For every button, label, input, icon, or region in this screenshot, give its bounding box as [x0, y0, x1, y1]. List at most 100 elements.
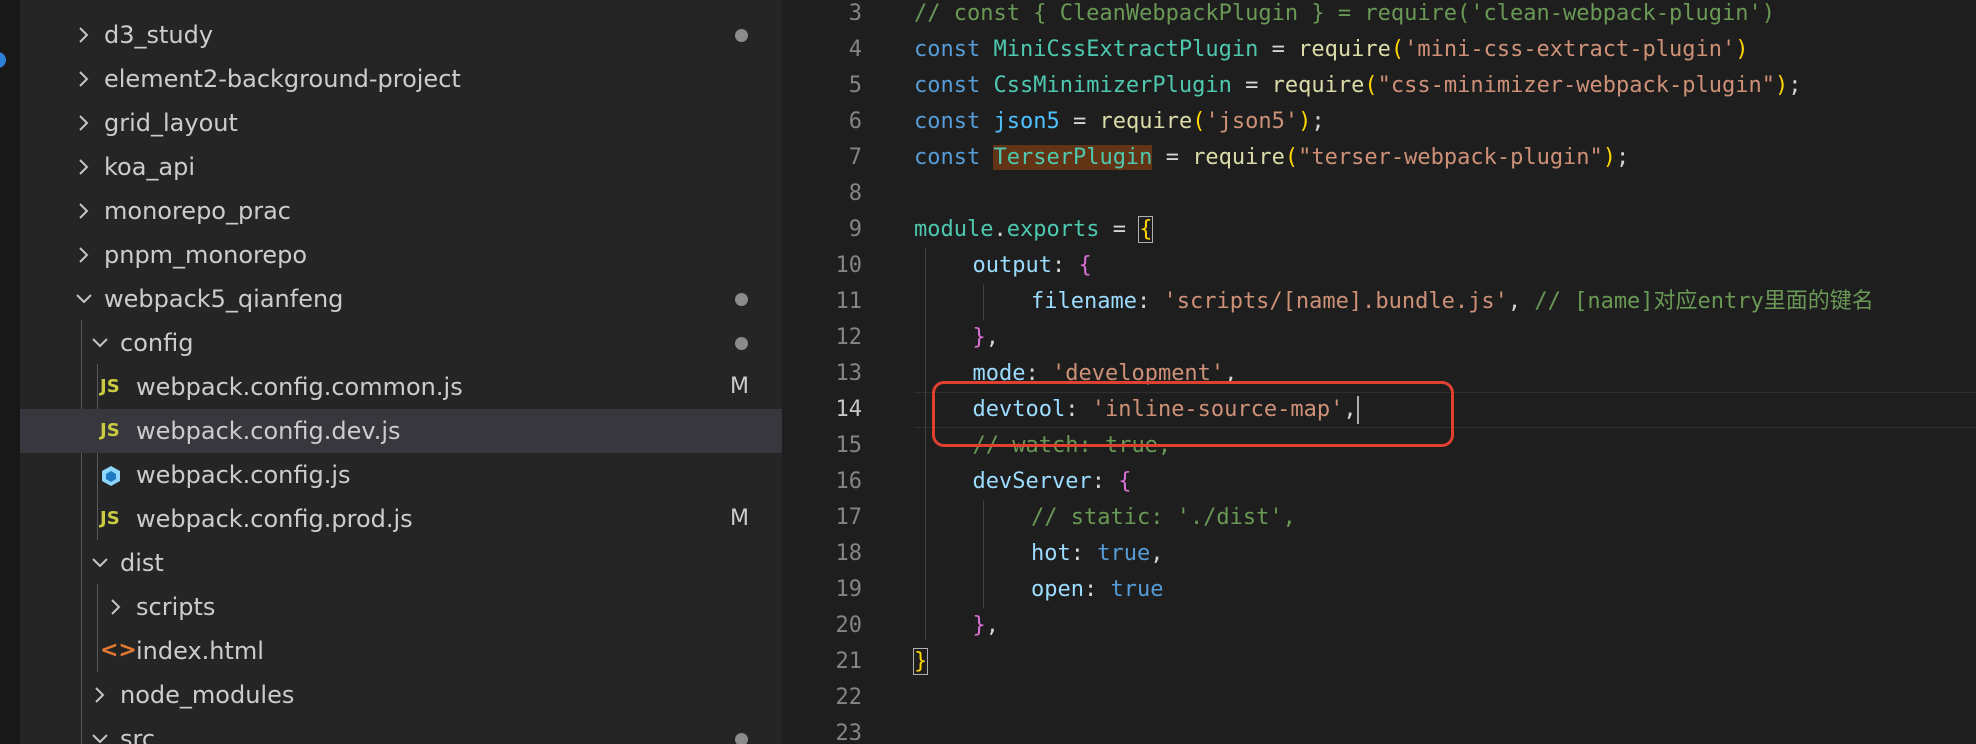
git-modified-badge: M: [730, 506, 749, 531]
explorer-file-item[interactable]: JS webpack.config.dev.js: [20, 409, 782, 453]
code-line[interactable]: 11 filename: 'scripts/[name].bundle.js', …: [782, 284, 1976, 320]
explorer-item-label: pnpm_monorepo: [104, 241, 308, 269]
html-file-icon: <>: [100, 638, 137, 663]
explorer-folder-item[interactable]: pnpm_monorepo: [20, 233, 782, 277]
code-text: devServer: {: [972, 469, 1132, 494]
explorer-folder-item[interactable]: node_modules: [20, 673, 782, 717]
code-text: output: {: [972, 253, 1092, 278]
explorer-folder-item[interactable]: src: [20, 717, 782, 744]
explorer-file-item[interactable]: JS webpack.config.common.js M: [20, 365, 782, 409]
code-line[interactable]: 10 output: {: [782, 248, 1976, 284]
code-line[interactable]: 3 // const { CleanWebpackPlugin } = requi…: [782, 0, 1976, 32]
explorer-item-label: node_modules: [120, 681, 295, 709]
code-line[interactable]: 22: [782, 680, 1976, 716]
code-editor[interactable]: 3 // const { CleanWebpackPlugin } = requi…: [782, 0, 1976, 744]
explorer-item-label: webpack.config.dev.js: [136, 417, 401, 445]
code-line[interactable]: 6 const json5 = require('json5');: [782, 104, 1976, 140]
code-text: // static: './dist',: [1031, 505, 1296, 530]
explorer-folder-item[interactable]: monorepo_prac: [20, 189, 782, 233]
explorer-item-label: webpack.config.common.js: [136, 373, 463, 401]
line-number: 6: [848, 109, 862, 134]
explorer-item-label: scripts: [136, 593, 216, 621]
modified-dot-badge: [735, 733, 748, 744]
code-line[interactable]: 16 devServer: {: [782, 464, 1976, 500]
code-line[interactable]: 18 hot: true,: [782, 536, 1976, 572]
chevron-right-icon[interactable]: [74, 189, 94, 233]
code-line[interactable]: 4 const MiniCssExtractPlugin = require('m…: [782, 32, 1976, 68]
explorer-folder-item[interactable]: element2-background-project: [20, 57, 782, 101]
explorer-folder-item[interactable]: grid_layout: [20, 101, 782, 145]
code-text: module.exports = {: [914, 216, 1154, 243]
code-text: hot: true,: [1031, 541, 1164, 566]
explorer-item-label: d3_study: [104, 21, 214, 49]
javascript-file-icon: JS: [100, 376, 120, 397]
code-text: // const { CleanWebpackPlugin } = requir…: [914, 1, 1775, 26]
activity-bar: [0, 0, 20, 744]
code-line[interactable]: 19 open: true: [782, 572, 1976, 608]
chevron-right-icon[interactable]: [74, 145, 94, 189]
chevron-right-icon[interactable]: [74, 233, 94, 277]
code-line[interactable]: 21}: [782, 644, 1976, 680]
line-number: 21: [835, 649, 863, 674]
highlight-annotation-box: [932, 381, 1454, 447]
line-number: 18: [835, 541, 863, 566]
line-number: 19: [835, 577, 863, 602]
line-number: 16: [835, 469, 863, 494]
chevron-down-icon[interactable]: [90, 321, 110, 365]
explorer-item-label: monorepo_prac: [104, 197, 291, 225]
code-line[interactable]: 7 const TerserPlugin = require("terser-we…: [782, 140, 1976, 176]
explorer-item-label: src: [120, 725, 156, 744]
line-number: 14: [835, 397, 863, 422]
line-number: 11: [835, 289, 863, 314]
explorer-folder-item[interactable]: scripts: [20, 585, 782, 629]
explorer-item-label: grid_layout: [104, 109, 238, 137]
line-number: 10: [835, 253, 863, 278]
code-text: const TerserPlugin = require("terser-web…: [914, 145, 1630, 170]
code-line[interactable]: 17 // static: './dist',: [782, 500, 1976, 536]
chevron-right-icon[interactable]: [74, 101, 94, 145]
chevron-down-icon[interactable]: [74, 277, 94, 321]
explorer-folder-item[interactable]: d3_study: [20, 13, 782, 57]
explorer-item-label: index.html: [136, 637, 264, 665]
explorer-file-item[interactable]: <> index.html: [20, 629, 782, 673]
explorer-item-label: element2-background-project: [104, 65, 461, 93]
line-number: 15: [835, 433, 863, 458]
modified-dot-badge: [735, 29, 748, 42]
code-line[interactable]: 9 module.exports = {: [782, 212, 1976, 248]
explorer-folder-item[interactable]: koa_api: [20, 145, 782, 189]
chevron-right-icon[interactable]: [90, 673, 110, 717]
code-text: },: [972, 613, 1000, 638]
code-text: const MiniCssExtractPlugin = require('mi…: [914, 37, 1749, 62]
line-number: 7: [848, 145, 862, 170]
line-number: 23: [835, 721, 863, 744]
javascript-file-icon: JS: [100, 508, 120, 529]
line-number: 8: [848, 181, 862, 206]
chevron-right-icon[interactable]: [74, 57, 94, 101]
code-line[interactable]: 8: [782, 176, 1976, 212]
line-number: 9: [848, 217, 862, 242]
javascript-file-icon: JS: [100, 420, 120, 441]
chevron-down-icon[interactable]: [90, 717, 110, 744]
explorer-file-item[interactable]: JS webpack.config.prod.js M: [20, 497, 782, 541]
modified-dot-badge: [735, 293, 748, 306]
chevron-right-icon[interactable]: [106, 585, 126, 629]
explorer-item-label: koa_api: [104, 153, 196, 181]
activity-indicator-dot: [0, 52, 6, 68]
explorer-folder-item[interactable]: webpack5_qianfeng: [20, 277, 782, 321]
explorer-item-label: webpack5_qianfeng: [104, 285, 344, 313]
explorer-item-label: webpack.config.prod.js: [136, 505, 413, 533]
explorer-folder-item[interactable]: config: [20, 321, 782, 365]
code-line[interactable]: 12},: [782, 320, 1976, 356]
explorer-folder-item[interactable]: dist: [20, 541, 782, 585]
code-line[interactable]: 23: [782, 716, 1976, 744]
code-text: const CssMinimizerPlugin = require("css-…: [914, 73, 1802, 98]
code-text: }: [912, 648, 929, 675]
chevron-down-icon[interactable]: [90, 541, 110, 585]
code-line[interactable]: 5 const CssMinimizerPlugin = require("css…: [782, 68, 1976, 104]
code-line[interactable]: 20},: [782, 608, 1976, 644]
chevron-right-icon[interactable]: [74, 13, 94, 57]
explorer-file-item[interactable]: webpack.config.js: [20, 453, 782, 497]
explorer-item-label: config: [120, 329, 194, 357]
line-number: 12: [835, 325, 863, 350]
code-text: open: true: [1031, 577, 1164, 602]
